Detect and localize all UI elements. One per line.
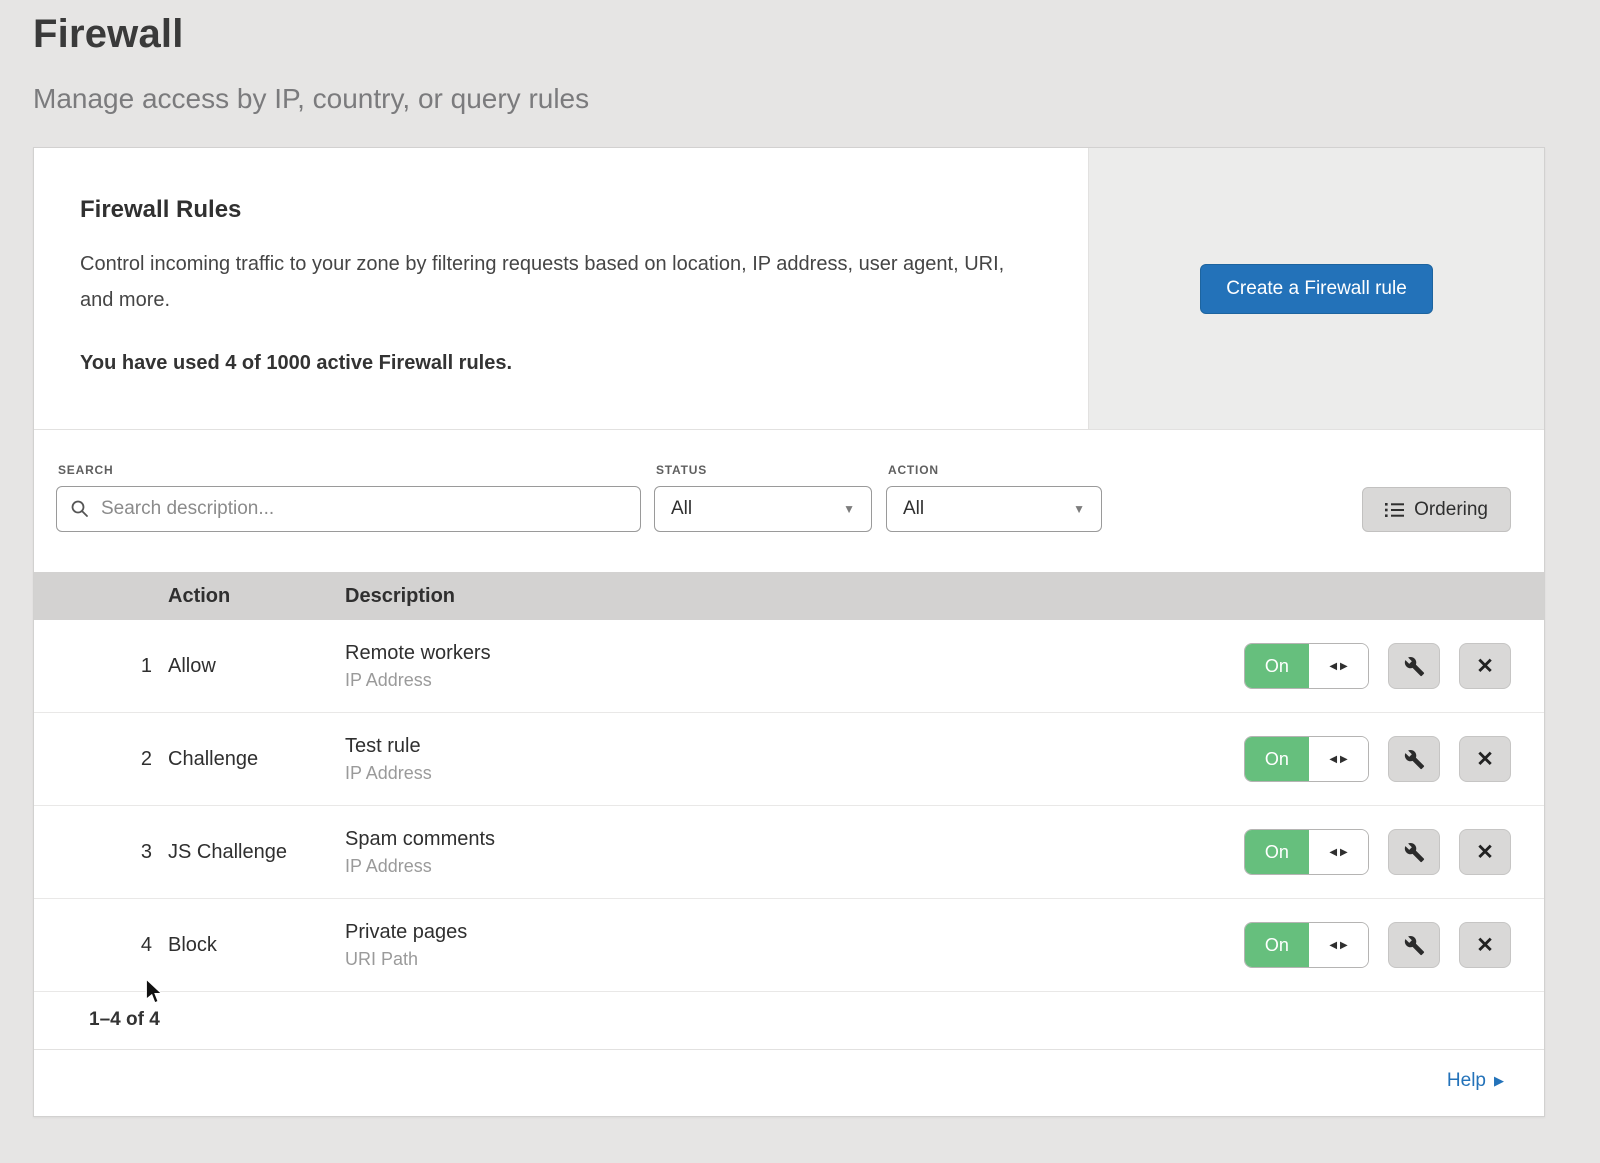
- section-title: Firewall Rules: [80, 196, 1040, 224]
- ordering-button-label: Ordering: [1414, 499, 1488, 521]
- rule-description-cell: Spam comments IP Address: [345, 828, 1244, 877]
- action-select[interactable]: All ▼: [886, 486, 1102, 532]
- rule-number: 1: [34, 655, 168, 678]
- toggle-on-label[interactable]: On: [1245, 644, 1309, 688]
- search-icon: [70, 499, 90, 519]
- edit-rule-button[interactable]: [1388, 736, 1440, 782]
- search-input[interactable]: [56, 486, 641, 532]
- table-row: 1 Allow Remote workers IP Address On ◀▶ …: [34, 620, 1544, 713]
- rule-match-type: IP Address: [345, 763, 1244, 784]
- firewall-rules-hero: Firewall Rules Control incoming traffic …: [34, 148, 1544, 430]
- toggle-on-label[interactable]: On: [1245, 737, 1309, 781]
- delete-rule-button[interactable]: ✕: [1459, 829, 1511, 875]
- rule-action: Challenge: [168, 748, 345, 771]
- page-title: Firewall: [33, 12, 1567, 57]
- rule-description-cell: Remote workers IP Address: [345, 642, 1244, 691]
- table-row: 4 Block Private pages URI Path On ◀▶ ✕: [34, 899, 1544, 992]
- ordering-list-icon: [1385, 502, 1404, 518]
- hero-action-area: Create a Firewall rule: [1088, 148, 1544, 429]
- status-filter: STATUS All ▼: [654, 463, 872, 532]
- wrench-icon: [1404, 935, 1425, 956]
- section-description: Control incoming traffic to your zone by…: [80, 246, 1030, 318]
- wrench-icon: [1404, 749, 1425, 770]
- toggle-arrows-icon[interactable]: ◀▶: [1309, 923, 1369, 967]
- wrench-icon: [1404, 656, 1425, 677]
- toggle-arrows-icon[interactable]: ◀▶: [1309, 737, 1369, 781]
- rule-description: Spam comments: [345, 828, 1244, 851]
- chevron-down-icon: ▼: [1073, 502, 1085, 516]
- delete-rule-button[interactable]: ✕: [1459, 736, 1511, 782]
- hero-text-area: Firewall Rules Control incoming traffic …: [34, 148, 1088, 429]
- rule-match-type: URI Path: [345, 949, 1244, 970]
- rule-description: Remote workers: [345, 642, 1244, 665]
- action-column-header: Action: [168, 585, 345, 608]
- close-icon: ✕: [1476, 933, 1494, 958]
- chevron-down-icon: ▼: [843, 502, 855, 516]
- edit-rule-button[interactable]: [1388, 829, 1440, 875]
- description-column-header: Description: [345, 585, 1244, 608]
- help-link-label: Help: [1447, 1070, 1486, 1092]
- wrench-icon: [1404, 842, 1425, 863]
- help-arrow-icon: ▶: [1494, 1073, 1504, 1089]
- rule-controls: On ◀▶ ✕: [1244, 922, 1544, 968]
- rule-action: Block: [168, 934, 345, 957]
- status-selected-value: All: [671, 498, 692, 520]
- rule-number: 3: [34, 841, 168, 864]
- rule-match-type: IP Address: [345, 670, 1244, 691]
- delete-rule-button[interactable]: ✕: [1459, 922, 1511, 968]
- delete-rule-button[interactable]: ✕: [1459, 643, 1511, 689]
- action-selected-value: All: [903, 498, 924, 520]
- action-label: ACTION: [888, 463, 1102, 477]
- help-link[interactable]: Help ▶: [1447, 1070, 1504, 1092]
- rule-description-cell: Private pages URI Path: [345, 921, 1244, 970]
- table-header: Action Description: [34, 572, 1544, 620]
- toggle-on-label[interactable]: On: [1245, 923, 1309, 967]
- rule-description: Private pages: [345, 921, 1244, 944]
- rule-controls: On ◀▶ ✕: [1244, 736, 1544, 782]
- firewall-card: Firewall Rules Control incoming traffic …: [33, 147, 1545, 1117]
- table-row: 2 Challenge Test rule IP Address On ◀▶ ✕: [34, 713, 1544, 806]
- search-filter: SEARCH: [56, 463, 641, 532]
- rule-number: 4: [34, 934, 168, 957]
- rule-action: JS Challenge: [168, 841, 345, 864]
- action-filter: ACTION All ▼: [886, 463, 1102, 532]
- rule-enabled-toggle[interactable]: On ◀▶: [1244, 643, 1369, 689]
- pagination-summary: 1–4 of 4: [34, 992, 1544, 1050]
- page-header: Firewall Manage access by IP, country, o…: [0, 0, 1600, 115]
- create-firewall-rule-button[interactable]: Create a Firewall rule: [1200, 264, 1433, 314]
- help-row: Help ▶: [34, 1050, 1544, 1116]
- rule-description: Test rule: [345, 735, 1244, 758]
- search-input-wrap: [56, 486, 641, 532]
- close-icon: ✕: [1476, 840, 1494, 865]
- toggle-arrows-icon[interactable]: ◀▶: [1309, 644, 1369, 688]
- status-label: STATUS: [656, 463, 872, 477]
- table-row: 3 JS Challenge Spam comments IP Address …: [34, 806, 1544, 899]
- rule-number: 2: [34, 748, 168, 771]
- search-label: SEARCH: [58, 463, 641, 477]
- edit-rule-button[interactable]: [1388, 643, 1440, 689]
- rule-description-cell: Test rule IP Address: [345, 735, 1244, 784]
- rule-controls: On ◀▶ ✕: [1244, 643, 1544, 689]
- status-select[interactable]: All ▼: [654, 486, 872, 532]
- close-icon: ✕: [1476, 654, 1494, 679]
- close-icon: ✕: [1476, 747, 1494, 772]
- rule-enabled-toggle[interactable]: On ◀▶: [1244, 736, 1369, 782]
- usage-summary: You have used 4 of 1000 active Firewall …: [80, 352, 1040, 375]
- edit-rule-button[interactable]: [1388, 922, 1440, 968]
- filters-bar: SEARCH STATUS All ▼ ACTION All ▼: [34, 430, 1544, 572]
- rule-enabled-toggle[interactable]: On ◀▶: [1244, 829, 1369, 875]
- rule-action: Allow: [168, 655, 345, 678]
- ordering-button[interactable]: Ordering: [1362, 487, 1511, 532]
- rule-controls: On ◀▶ ✕: [1244, 829, 1544, 875]
- rule-enabled-toggle[interactable]: On ◀▶: [1244, 922, 1369, 968]
- page-subtitle: Manage access by IP, country, or query r…: [33, 83, 1567, 115]
- rule-match-type: IP Address: [345, 856, 1244, 877]
- toggle-arrows-icon[interactable]: ◀▶: [1309, 830, 1369, 874]
- toggle-on-label[interactable]: On: [1245, 830, 1309, 874]
